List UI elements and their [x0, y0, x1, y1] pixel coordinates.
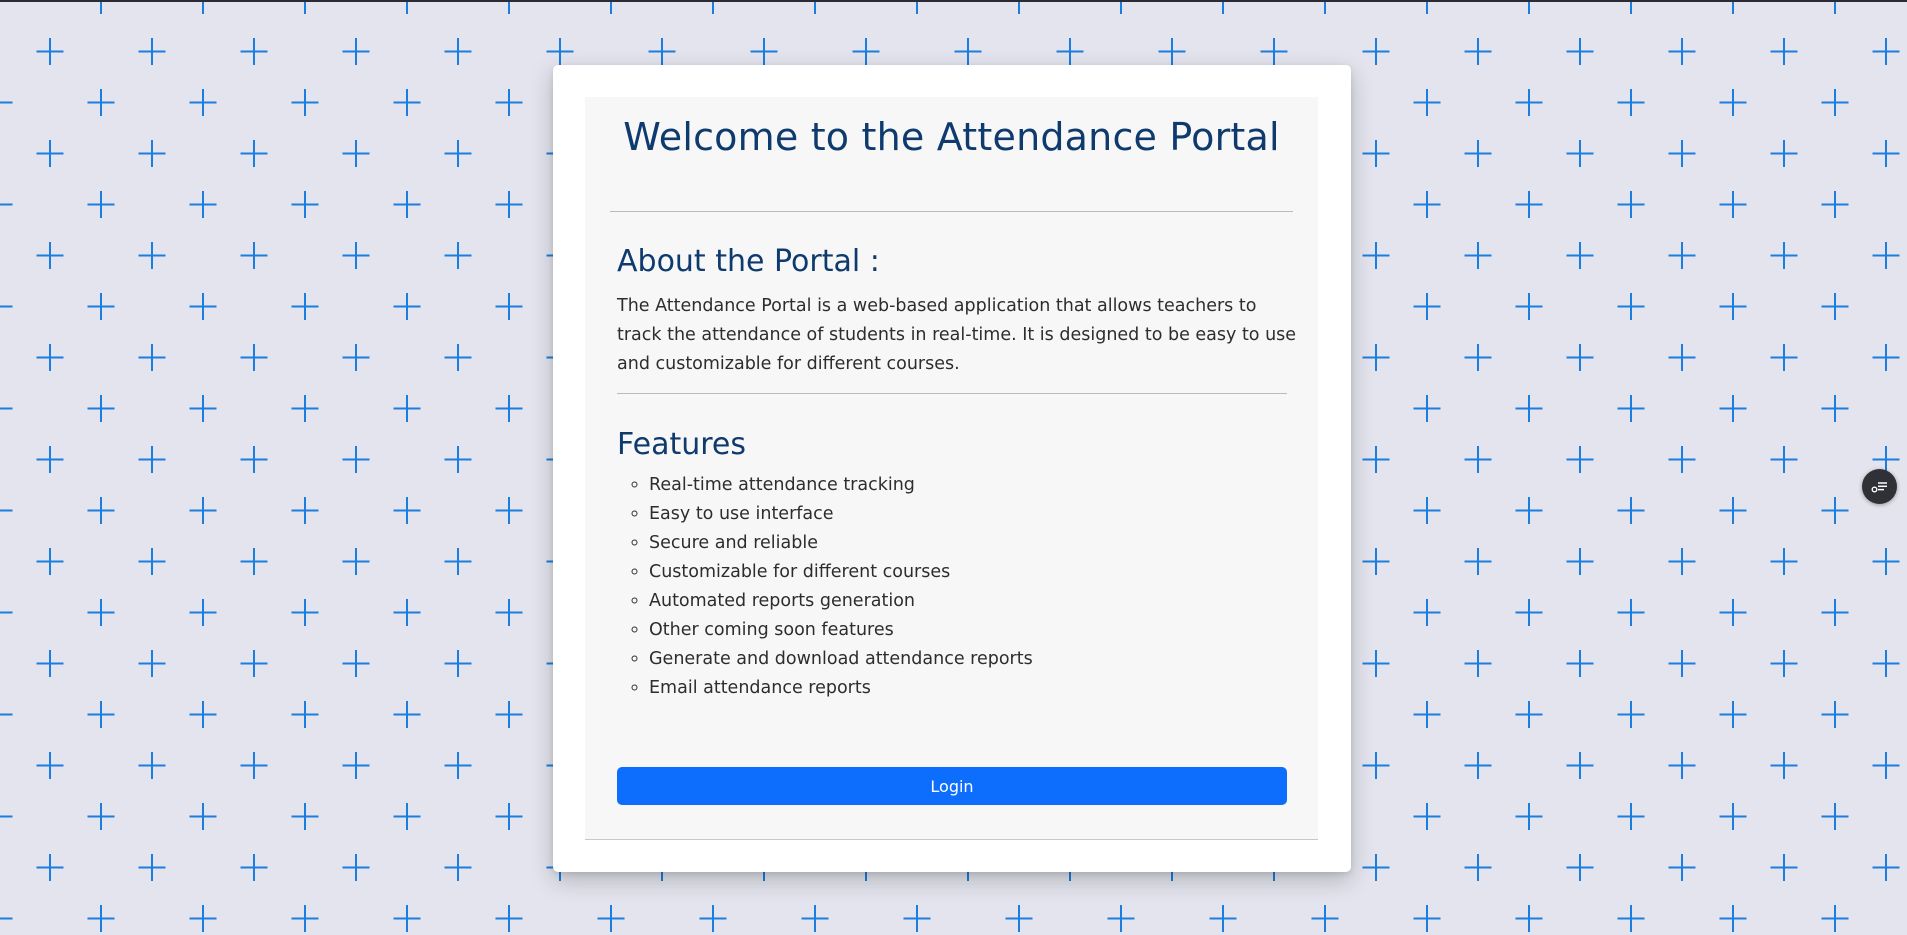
floating-widget-button[interactable] [1862, 469, 1897, 504]
login-button[interactable]: Login [617, 767, 1287, 805]
feature-item: Secure and reliable [649, 529, 1033, 558]
title-divider [610, 211, 1293, 212]
top-border [0, 0, 1907, 2]
welcome-card: Welcome to the Attendance Portal About t… [553, 65, 1351, 872]
feature-item: Automated reports generation [649, 587, 1033, 616]
page-title: Welcome to the Attendance Portal [623, 115, 1280, 159]
feature-item: Email attendance reports [649, 674, 1033, 703]
feature-item: Easy to use interface [649, 500, 1033, 529]
feature-item: Other coming soon features [649, 616, 1033, 645]
features-list: Real-time attendance tracking Easy to us… [617, 471, 1033, 703]
toggle-list-icon [1871, 480, 1889, 494]
feature-item: Customizable for different courses [649, 558, 1033, 587]
feature-item: Real-time attendance tracking [649, 471, 1033, 500]
about-heading: About the Portal : [617, 244, 880, 279]
about-divider [617, 393, 1287, 394]
card-content: Welcome to the Attendance Portal About t… [585, 97, 1318, 840]
about-text: The Attendance Portal is a web-based app… [617, 296, 1297, 374]
features-heading: Features [617, 427, 746, 462]
feature-item: Generate and download attendance reports [649, 645, 1033, 674]
